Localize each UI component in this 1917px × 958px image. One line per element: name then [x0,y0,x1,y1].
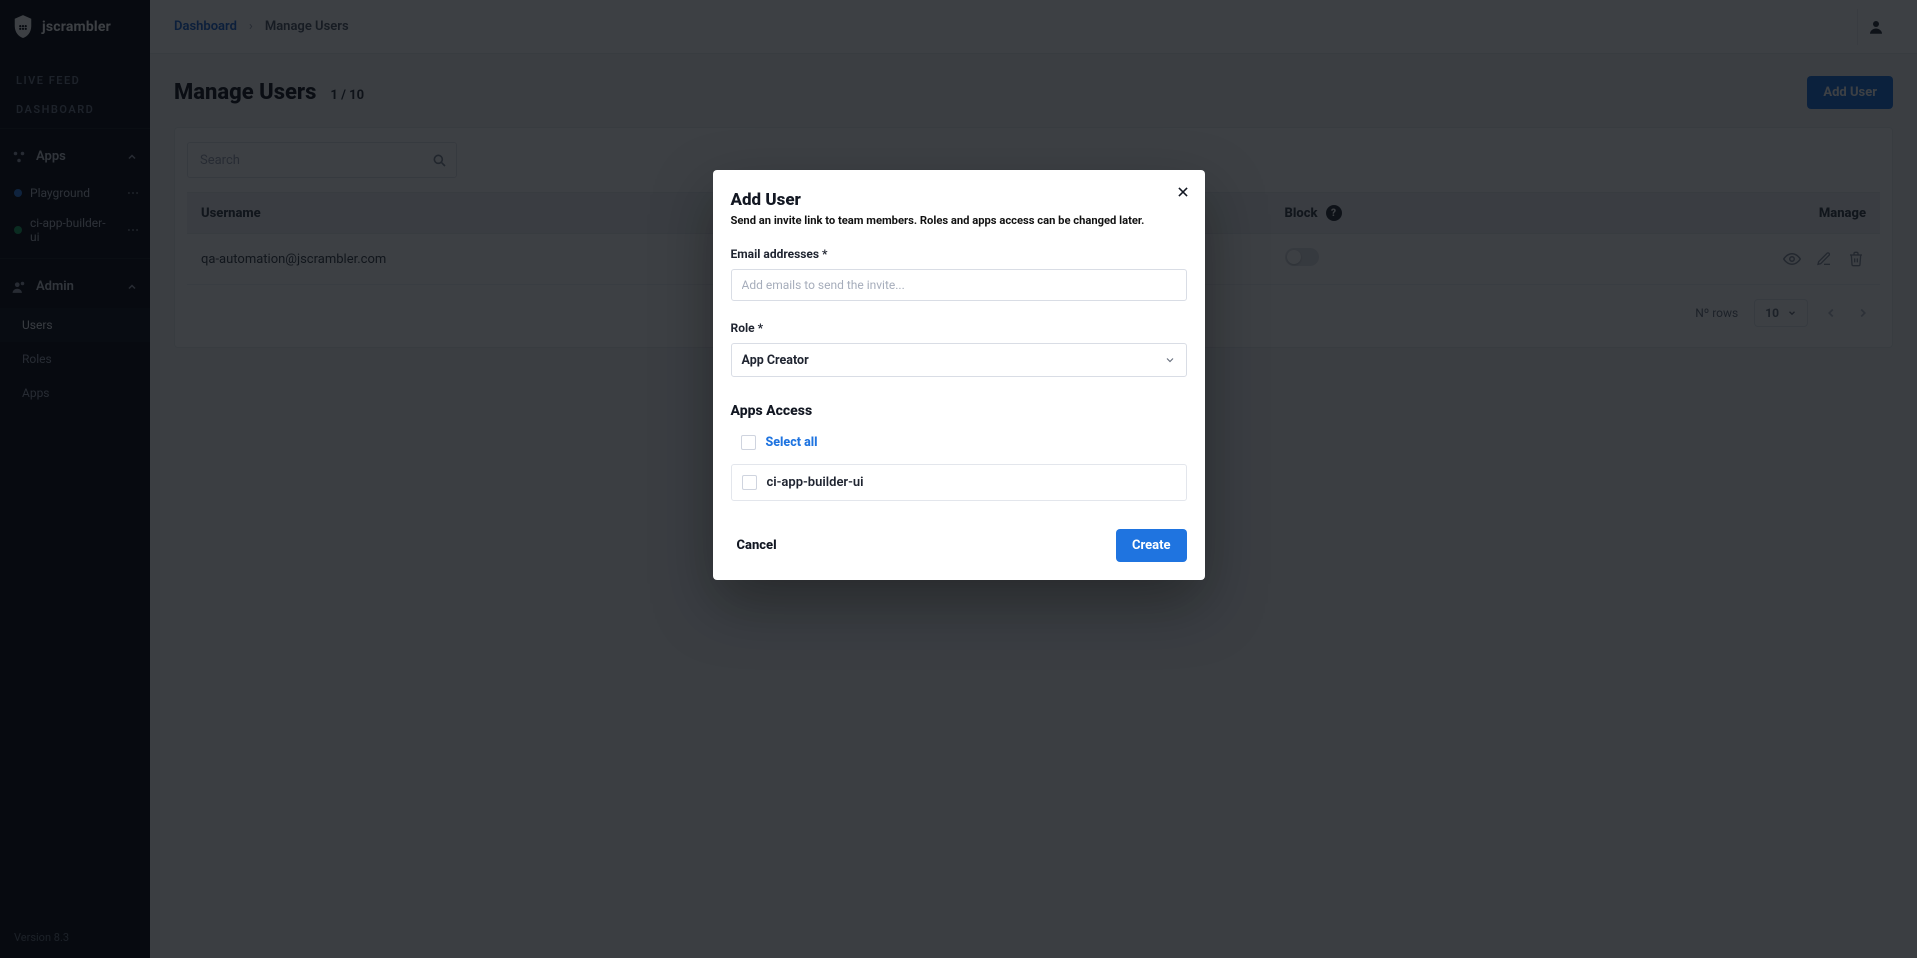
chevron-down-icon [1164,354,1176,366]
role-label: Role * [731,321,1187,335]
add-user-modal: Add User Send an invite link to team mem… [713,170,1205,580]
modal-overlay[interactable]: Add User Send an invite link to team mem… [0,0,1917,958]
field-email: Email addresses * [731,247,1187,301]
app-name: ci-app-builder-ui [767,475,864,490]
email-input[interactable] [731,269,1187,301]
create-button[interactable]: Create [1116,529,1187,562]
app-checkbox[interactable] [742,475,757,490]
app-access-row[interactable]: ci-app-builder-ui [731,464,1187,501]
apps-access-title: Apps Access [731,403,1187,419]
email-label: Email addresses * [731,247,1187,261]
select-all-checkbox[interactable] [741,435,756,450]
modal-title: Add User [731,190,1187,210]
role-select-value: App Creator [742,353,809,368]
cancel-button[interactable]: Cancel [731,530,783,561]
modal-close-button[interactable] [1171,180,1195,204]
select-all-label[interactable]: Select all [766,435,818,450]
role-select[interactable]: App Creator [731,343,1187,377]
modal-actions: Cancel Create [731,529,1187,562]
close-icon [1176,185,1190,199]
modal-subtitle: Send an invite link to team members. Rol… [731,214,1187,227]
select-all-row[interactable]: Select all [731,435,1187,450]
field-role: Role * App Creator [731,321,1187,377]
